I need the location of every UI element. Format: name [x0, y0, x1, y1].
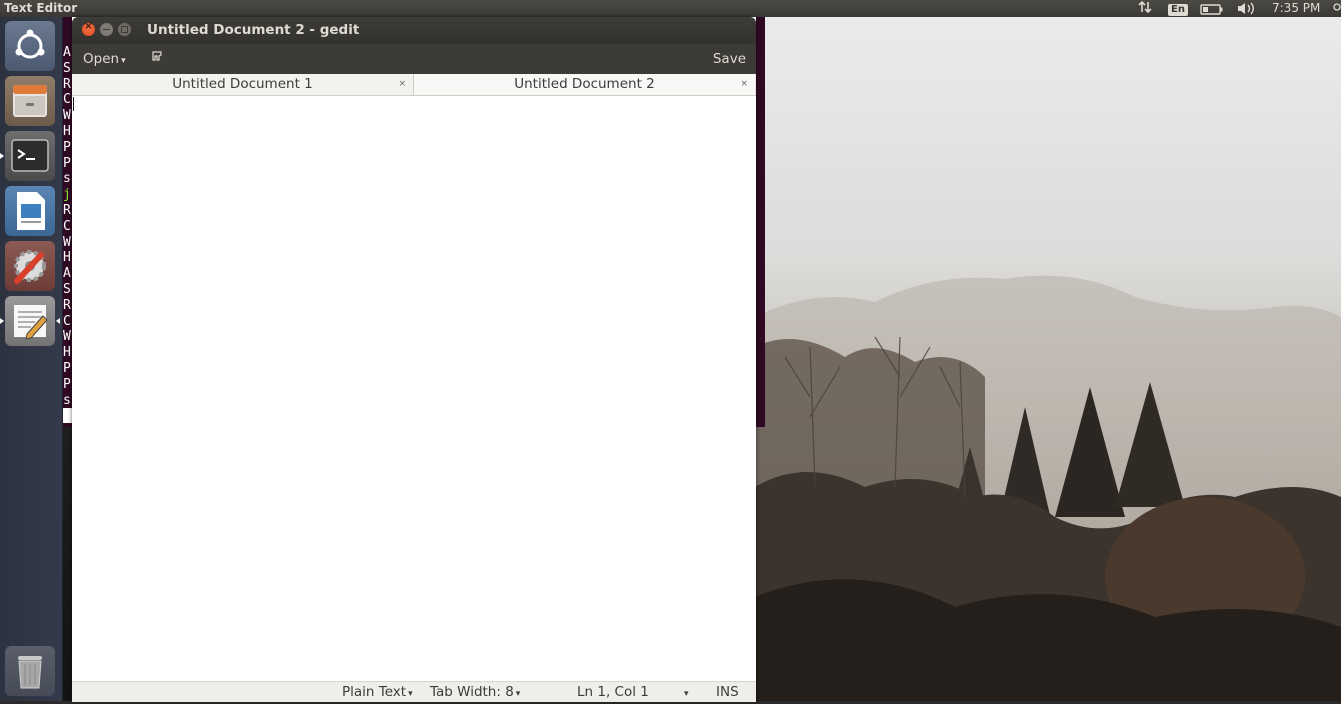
active-app-name: Text Editor — [4, 1, 78, 15]
terminal-char: W — [63, 234, 71, 250]
launcher-item-settings[interactable] — [5, 241, 55, 291]
terminal-char: s — [63, 392, 71, 408]
chevron-down-icon: ▾ — [684, 689, 689, 699]
terminal-text-column: A S R C W H P P s j R C W H A S R C W H … — [63, 45, 72, 424]
terminal-char: C — [63, 218, 71, 234]
terminal-char: H — [63, 345, 71, 361]
terminal-char: C — [63, 92, 71, 108]
tab-close-icon[interactable]: × — [398, 74, 406, 95]
gedit-window: × Untitled Document 2 - gedit Open ▾ Save… — [72, 17, 756, 702]
maximize-button[interactable] — [118, 23, 131, 36]
window-title: Untitled Document 2 - gedit — [147, 22, 360, 38]
launcher — [0, 17, 63, 701]
terminal-char: R — [63, 202, 71, 218]
network-icon[interactable] — [1138, 0, 1152, 18]
minimize-button[interactable] — [100, 23, 113, 36]
cursor-position: Ln 1, Col 1 — [577, 684, 649, 700]
tab-label: Untitled Document 1 — [172, 76, 313, 92]
text-cursor — [73, 97, 74, 111]
text-editor-icon — [14, 305, 48, 340]
file-cabinet-icon — [13, 85, 47, 117]
terminal-window-edge-right[interactable] — [755, 17, 765, 427]
open-button-label: Open — [83, 51, 120, 67]
keyboard-layout-label: En — [1168, 4, 1188, 16]
terminal-char: P — [63, 155, 71, 171]
document-tabs: Untitled Document 1 × Untitled Document … — [72, 74, 756, 96]
tab-width-label: Tab Width: 8 — [430, 684, 514, 700]
terminal-char: s — [63, 171, 71, 187]
tab-untitled-document-2[interactable]: Untitled Document 2 × — [414, 74, 755, 95]
settings-wrench-icon — [14, 250, 46, 284]
launcher-item-trash[interactable] — [5, 646, 55, 696]
language-label: Plain Text — [342, 684, 407, 700]
launcher-item-dash[interactable] — [5, 21, 55, 71]
tab-close-icon[interactable]: × — [740, 74, 748, 95]
terminal-icon — [11, 139, 49, 172]
insert-mode-indicator[interactable]: INS — [716, 682, 739, 702]
pin-icon — [152, 51, 162, 61]
terminal-char: R — [63, 297, 71, 313]
launcher-item-text-editor[interactable] — [0, 296, 60, 346]
clock[interactable]: 7:35 PM — [1272, 0, 1320, 16]
terminal-char: S — [63, 281, 71, 297]
launcher-item-terminal[interactable] — [0, 131, 55, 181]
launcher-item-impress[interactable] — [5, 186, 55, 236]
chevron-down-icon: ▾ — [515, 689, 521, 699]
open-button[interactable]: Open ▾ — [79, 49, 130, 69]
terminal-char: j — [63, 187, 71, 203]
terminal-char: W — [63, 329, 71, 345]
terminal-char: P — [63, 360, 71, 376]
pin-button[interactable] — [148, 50, 166, 68]
presentation-icon — [17, 192, 45, 230]
trash-icon — [18, 656, 42, 689]
save-button[interactable]: Save — [713, 49, 746, 69]
header-toolbar: Open ▾ Save — [72, 44, 756, 74]
status-bar: Plain Text ▾ Tab Width: 8 ▾ Ln 1, Col 1 ▾ … — [72, 681, 756, 702]
terminal-char: A — [63, 266, 71, 282]
terminal-char: S — [63, 60, 71, 76]
terminal-char: C — [63, 313, 71, 329]
terminal-char: H — [63, 250, 71, 266]
keyboard-layout-icon[interactable]: En — [1168, 0, 1188, 16]
close-icon: × — [84, 21, 93, 32]
ubuntu-logo-icon — [15, 29, 45, 59]
text-editor-area[interactable] — [72, 96, 756, 680]
desktop-wallpaper — [755, 17, 1341, 701]
terminal-char: P — [63, 376, 71, 392]
terminal-cursor — [63, 408, 72, 424]
terminal-char: A — [63, 45, 71, 60]
terminal-char: P — [63, 139, 71, 155]
close-button[interactable]: × — [82, 21, 95, 36]
window-titlebar[interactable]: × Untitled Document 2 - gedit — [72, 17, 756, 44]
top-panel: Text Editor En 7:35 PM — [0, 0, 1341, 17]
system-menu-icon[interactable] — [1333, 0, 1341, 18]
chevron-down-icon: ▾ — [408, 689, 413, 699]
tab-label: Untitled Document 2 — [514, 76, 655, 92]
terminal-char: R — [63, 76, 71, 92]
terminal-char: W — [63, 108, 71, 124]
tab-untitled-document-1[interactable]: Untitled Document 1 × — [72, 74, 414, 95]
chevron-down-icon: ▾ — [121, 56, 126, 66]
launcher-item-files[interactable] — [5, 76, 55, 126]
terminal-char: H — [63, 123, 71, 139]
